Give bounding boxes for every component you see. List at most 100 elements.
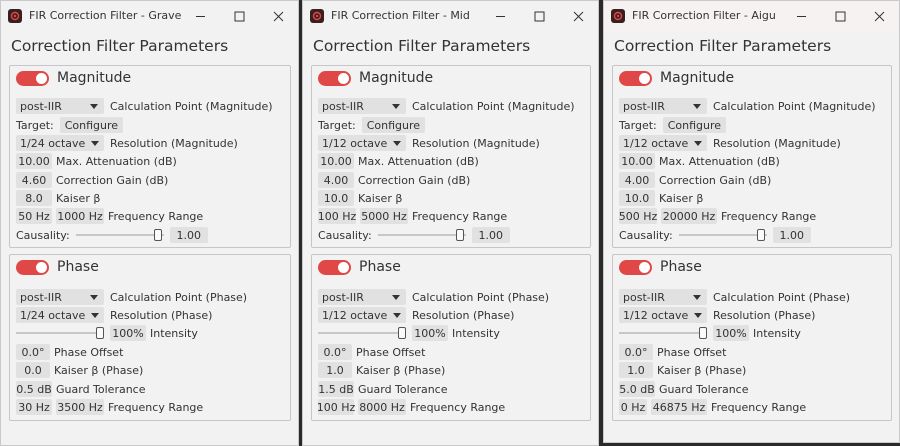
magnitude-calc-point-select[interactable]: post-IIR [16,98,104,114]
intensity-slider-handle[interactable] [699,327,707,339]
close-icon[interactable] [268,6,288,26]
phase-calc-point-select-value: post-IIR [623,290,665,304]
maximize-icon[interactable] [229,6,249,26]
intensity-slider-handle[interactable] [398,327,406,339]
minimize-icon[interactable] [490,6,510,26]
phase-freq-range-label: Frequency Range [711,400,807,414]
phase-offset-field[interactable]: 0.0° [318,344,352,360]
guard-tolerance-label: Guard Tolerance [358,382,448,396]
intensity-slider[interactable] [318,325,406,341]
correction-gain-field[interactable]: 4.00 [318,172,354,188]
phase-header: Phase [619,259,702,275]
magnitude-calc-point-select[interactable]: post-IIR [318,98,406,114]
causality-field[interactable]: 1.00 [169,227,208,243]
magnitude-freq-high-field[interactable]: 20000 Hz [661,208,717,224]
title-bar[interactable]: FIR Correction Filter - Aigu [604,1,899,31]
configure-button[interactable]: Configure [662,117,727,133]
title-bar[interactable]: FIR Correction Filter - Mid [303,1,598,31]
phase-toggle[interactable] [16,259,49,275]
kaiser-beta-field[interactable]: 8.0 [16,190,52,206]
phase-header: Phase [318,259,401,275]
phase-kaiser-beta-field[interactable]: 1.0 [318,362,352,378]
causality-slider-handle[interactable] [756,229,765,241]
magnitude-freq-high-field[interactable]: 5000 Hz [360,208,408,224]
title-bar[interactable]: FIR Correction Filter - Grave [1,1,298,31]
magnitude-header: Magnitude [16,70,131,86]
app-icon [8,9,22,23]
phase-resolution-select[interactable]: 1/24 octave [16,307,104,323]
magnitude-freq-high-field[interactable]: 1000 Hz [56,208,104,224]
phase-calc-point-select[interactable]: post-IIR [16,289,104,305]
magnitude-freq-range-label: Frequency Range [412,209,508,223]
causality-field[interactable]: 1.00 [772,227,811,243]
max-attenuation-field[interactable]: 10.00 [318,153,354,169]
magnitude-toggle[interactable] [318,70,351,86]
phase-resolution-select-value: 1/12 octave [623,308,689,322]
causality-slider-handle[interactable] [153,229,162,241]
maximize-icon[interactable] [529,6,549,26]
minimize-icon[interactable] [791,6,811,26]
magnitude-freq-range-label: Frequency Range [721,209,817,223]
phase-freq-high-field[interactable]: 3500 Hz [56,399,104,415]
configure-button[interactable]: Configure [59,117,124,133]
correction-gain-field[interactable]: 4.00 [619,172,655,188]
max-attenuation-field[interactable]: 10.00 [16,153,52,169]
magnitude-freq-low-field[interactable]: 50 Hz [16,208,52,224]
phase-freq-high-field[interactable]: 46875 Hz [651,399,707,415]
magnitude-toggle[interactable] [619,70,652,86]
guard-tolerance-field[interactable]: 5.0 dB [619,381,655,397]
magnitude-resolution-select[interactable]: 1/24 octave [16,135,104,151]
causality-field[interactable]: 1.00 [471,227,510,243]
phase-kaiser-beta-field[interactable]: 0.0 [16,362,50,378]
phase-resolution-select[interactable]: 1/12 octave [318,307,406,323]
guard-tolerance-field[interactable]: 0.5 dB [16,381,52,397]
max-attenuation-label: Max. Attenuation (dB) [56,154,177,168]
magnitude-group: Magnitude post-IIR Calculation Point (Mag… [612,65,892,248]
phase-freq-range-label: Frequency Range [410,400,506,414]
phase-offset-field[interactable]: 0.0° [619,344,653,360]
guard-tolerance-field[interactable]: 1.5 dB [318,381,354,397]
causality-slider[interactable] [75,227,164,243]
close-icon[interactable] [568,6,588,26]
intensity-slider-handle[interactable] [96,327,104,339]
phase-freq-high-field[interactable]: 8000 Hz [358,399,406,415]
maximize-icon[interactable] [830,6,850,26]
phase-toggle[interactable] [318,259,351,275]
kaiser-beta-field[interactable]: 10.0 [619,190,655,206]
close-icon[interactable] [869,6,889,26]
phase-freq-low-field[interactable]: 0 Hz [619,399,647,415]
minimize-icon[interactable] [190,6,210,26]
phase-calc-point-select-value: post-IIR [322,290,364,304]
phase-offset-field[interactable]: 0.0° [16,344,50,360]
phase-freq-low-field[interactable]: 30 Hz [16,399,52,415]
intensity-field[interactable]: 100% [412,325,448,341]
magnitude-resolution-select[interactable]: 1/12 octave [318,135,406,151]
magnitude-freq-low-field[interactable]: 100 Hz [318,208,356,224]
max-attenuation-field[interactable]: 10.00 [619,153,655,169]
phase-kaiser-beta-field[interactable]: 1.0 [619,362,653,378]
kaiser-beta-field[interactable]: 10.0 [318,190,354,206]
configure-button[interactable]: Configure [361,117,426,133]
correction-gain-label: Correction Gain (dB) [56,173,169,187]
max-attenuation-label: Max. Attenuation (dB) [659,154,780,168]
magnitude-resolution-select[interactable]: 1/12 octave [619,135,707,151]
chevron-down-icon [393,312,402,318]
magnitude-freq-low-field[interactable]: 500 Hz [619,208,657,224]
causality-slider[interactable] [678,227,767,243]
magnitude-toggle[interactable] [16,70,49,86]
magnitude-calc-point-select[interactable]: post-IIR [619,98,707,114]
magnitude-calc-point-label: Calculation Point (Magnitude) [713,99,876,113]
phase-resolution-select[interactable]: 1/12 octave [619,307,707,323]
intensity-slider[interactable] [16,325,104,341]
phase-calc-point-select[interactable]: post-IIR [619,289,707,305]
correction-gain-field[interactable]: 4.60 [16,172,52,188]
phase-freq-low-field[interactable]: 100 Hz [317,399,355,415]
chevron-down-icon [693,103,701,109]
phase-calc-point-select[interactable]: post-IIR [318,289,406,305]
intensity-field[interactable]: 100% [713,325,749,341]
causality-slider-handle[interactable] [455,229,464,241]
intensity-field[interactable]: 100% [110,325,146,341]
intensity-slider[interactable] [619,325,707,341]
causality-slider[interactable] [377,227,466,243]
phase-toggle[interactable] [619,259,652,275]
